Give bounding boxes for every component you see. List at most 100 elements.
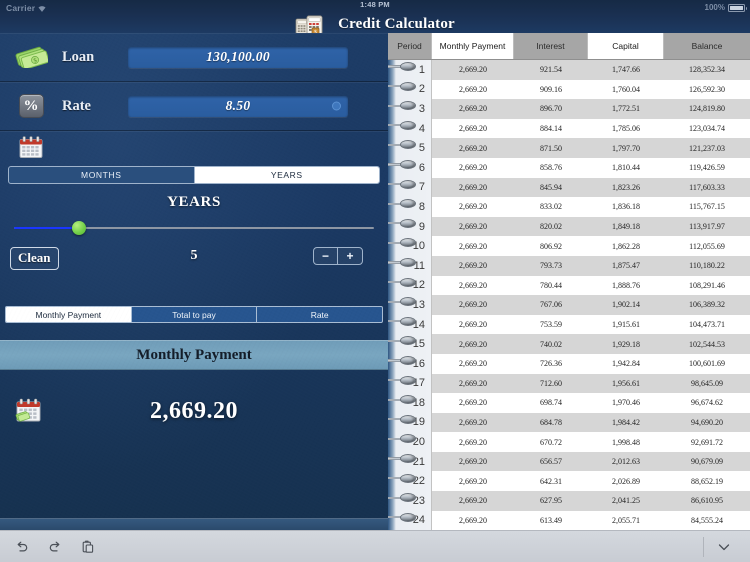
cell-monthly-payment: 2,669.20 xyxy=(459,476,487,486)
cell-capital: 2,041.25 xyxy=(612,496,640,506)
table-row[interactable]: 22 2,669.20 642.31 2,026.89 88,652.19 xyxy=(388,471,750,492)
table-row[interactable]: 20 2,669.20 670.72 1,998.48 92,691.72 xyxy=(388,432,750,452)
paste-icon[interactable] xyxy=(80,539,96,555)
cell-interest: 753.59 xyxy=(540,320,562,330)
rate-row: % Rate xyxy=(0,82,388,131)
cell-balance: 96,674.62 xyxy=(691,398,723,408)
cell-capital: 1,888.76 xyxy=(612,280,640,290)
table-row[interactable]: 2 2,669.20 909.16 1,760.04 126,592.30 xyxy=(388,79,750,100)
slider-knob[interactable] xyxy=(71,221,86,235)
cell-monthly-payment: 2,669.20 xyxy=(459,104,487,114)
chevron-down-icon[interactable] xyxy=(716,539,732,555)
loan-input[interactable] xyxy=(128,46,348,68)
cell-balance: 126,592.30 xyxy=(689,84,725,94)
cell-balance: 104,473.71 xyxy=(689,320,725,330)
table-row[interactable]: 11 2,669.20 793.73 1,875.47 110,180.22 xyxy=(388,255,750,276)
cell-capital: 1,849.18 xyxy=(612,222,640,232)
table-header: Period Monthly Payment Interest Capital … xyxy=(388,33,750,60)
column-header-interest[interactable]: Interest xyxy=(514,33,588,59)
table-row[interactable]: 8 2,669.20 833.02 1,836.18 115,767.15 xyxy=(388,197,750,217)
undo-icon[interactable] xyxy=(14,539,30,555)
cell-capital: 1,942.84 xyxy=(612,359,640,369)
term-unit-segment[interactable]: MONTHS YEARS xyxy=(8,166,380,184)
cell-interest: 684.78 xyxy=(540,417,562,427)
term-slider[interactable] xyxy=(14,220,374,236)
clear-circle-icon[interactable] xyxy=(332,101,341,111)
cell-monthly-payment: 2,669.20 xyxy=(459,457,487,467)
table-row[interactable]: 9 2,669.20 820.02 1,849.18 113,917.97 xyxy=(388,216,750,237)
cell-monthly-payment: 2,669.20 xyxy=(459,378,487,388)
cell-monthly-payment: 2,669.20 xyxy=(459,202,487,212)
app-root: Carrier 100% 1:48 PM Credit Calculator $… xyxy=(0,0,750,562)
redo-icon[interactable] xyxy=(47,539,63,555)
page-edge-strip xyxy=(388,60,396,530)
cell-monthly-payment: 2,669.20 xyxy=(459,143,487,153)
cell-monthly-payment: 2,669.20 xyxy=(459,339,487,349)
table-row[interactable]: 21 2,669.20 656.57 2,012.63 90,679.09 xyxy=(388,451,750,472)
table-row[interactable]: 18 2,669.20 698.74 1,970.46 96,674.62 xyxy=(388,393,750,413)
cell-capital: 1,747.66 xyxy=(612,65,640,75)
result-area: 2,669.20 xyxy=(0,370,388,465)
segment-months[interactable]: MONTHS xyxy=(9,167,195,183)
cell-interest: 712.60 xyxy=(540,378,562,388)
cell-monthly-payment: 2,669.20 xyxy=(459,65,487,75)
cell-balance: 110,180.22 xyxy=(689,261,725,271)
table-row[interactable]: 23 2,669.20 627.95 2,041.25 86,610.95 xyxy=(388,491,750,511)
table-row[interactable]: 4 2,669.20 884.14 1,785.06 123,034.74 xyxy=(388,118,750,139)
term-heading: YEARS xyxy=(167,194,221,210)
column-header-balance[interactable]: Balance xyxy=(664,33,750,59)
column-header-capital[interactable]: Capital xyxy=(588,33,664,59)
column-header-monthly-payment[interactable]: Monthly Payment xyxy=(432,33,514,59)
table-row[interactable]: 15 2,669.20 740.02 1,929.18 102,544.53 xyxy=(388,334,750,354)
cell-monthly-payment: 2,669.20 xyxy=(459,163,487,173)
cell-interest: 806.92 xyxy=(540,241,562,251)
amortization-table-panel: Period Monthly Payment Interest Capital … xyxy=(388,33,750,530)
bottom-toolbar xyxy=(0,530,750,562)
cell-interest: 884.14 xyxy=(540,124,562,134)
column-header-period[interactable]: Period xyxy=(388,33,432,59)
result-banner: Monthly Payment xyxy=(0,340,388,370)
table-row[interactable]: 13 2,669.20 767.06 1,902.14 106,389.32 xyxy=(388,295,750,315)
segment-years[interactable]: YEARS xyxy=(194,167,379,183)
stepper-decrement-button[interactable]: − xyxy=(314,248,338,264)
rate-field[interactable] xyxy=(128,95,348,117)
loan-field[interactable] xyxy=(128,46,348,68)
rate-input[interactable] xyxy=(128,95,348,117)
cell-interest: 670.72 xyxy=(540,437,562,447)
table-row[interactable]: 3 2,669.20 896.70 1,772.51 124,819.80 xyxy=(388,99,750,119)
table-row[interactable]: 14 2,669.20 753.59 1,915.61 104,473.71 xyxy=(388,314,750,335)
cell-balance: 92,691.72 xyxy=(691,437,723,447)
toolbar-right-group xyxy=(716,539,750,555)
table-body[interactable]: 1 2,669.20 921.54 1,747.66 128,352.34 2 2,669.… xyxy=(388,60,750,530)
stepper-increment-button[interactable]: + xyxy=(338,248,362,264)
table-row[interactable]: 17 2,669.20 712.60 1,956.61 98,645.09 xyxy=(388,373,750,394)
cell-monthly-payment: 2,669.20 xyxy=(459,515,487,525)
panel-spacer xyxy=(0,278,388,306)
table-row[interactable]: 6 2,669.20 858.76 1,810.44 119,426.59 xyxy=(388,157,750,178)
cell-interest: 845.94 xyxy=(540,182,562,192)
cell-balance: 102,544.53 xyxy=(689,339,725,349)
tab-monthly-payment[interactable]: Monthly Payment xyxy=(6,307,132,322)
table-row[interactable]: 7 2,669.20 845.94 1,823.26 117,603.33 xyxy=(388,177,750,198)
cell-capital: 1,984.42 xyxy=(612,417,640,427)
result-banner-title: Monthly Payment xyxy=(136,346,252,363)
cell-capital: 2,055.71 xyxy=(612,515,640,525)
table-row[interactable]: 19 2,669.20 684.78 1,984.42 94,690.20 xyxy=(388,412,750,433)
table-row[interactable]: 16 2,669.20 726.36 1,942.84 100,601.69 xyxy=(388,353,750,374)
cell-interest: 656.57 xyxy=(540,457,562,467)
term-controls-row: Clean 5 − + xyxy=(0,244,388,278)
result-tabs[interactable]: Monthly Payment Total to pay Rate xyxy=(5,306,383,323)
table-row[interactable]: 12 2,669.20 780.44 1,888.76 108,291.46 xyxy=(388,275,750,296)
tab-total-to-pay[interactable]: Total to pay xyxy=(132,307,258,322)
table-row[interactable]: 1 2,669.20 921.54 1,747.66 128,352.34 xyxy=(388,60,750,80)
cell-balance: 106,389.32 xyxy=(689,300,725,310)
cell-interest: 767.06 xyxy=(540,300,562,310)
tab-rate[interactable]: Rate xyxy=(257,307,382,322)
cell-monthly-payment: 2,669.20 xyxy=(459,182,487,192)
table-row[interactable]: 10 2,669.20 806.92 1,862.28 112,055.69 xyxy=(388,236,750,256)
table-row[interactable]: 5 2,669.20 871.50 1,797.70 121,237.03 xyxy=(388,138,750,158)
cell-balance: 121,237.03 xyxy=(689,143,725,153)
table-row[interactable]: 24 2,669.20 613.49 2,055.71 84,555.24 xyxy=(388,510,750,530)
term-stepper[interactable]: − + xyxy=(313,247,363,265)
cell-interest: 627.95 xyxy=(540,496,562,506)
